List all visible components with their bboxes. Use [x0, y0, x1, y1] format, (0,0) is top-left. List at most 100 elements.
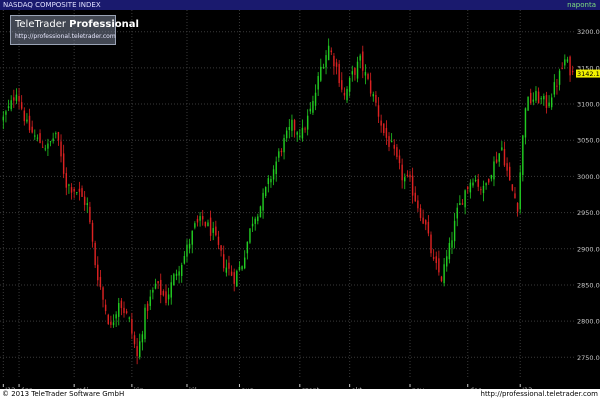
chart-window: NASDAQ COMPOSITE INDEX naponta 2750.00 28…: [0, 0, 600, 400]
candle-body: [354, 68, 356, 75]
candle-body: [120, 300, 123, 309]
candle-body: [516, 202, 519, 212]
candle-body: [278, 151, 280, 158]
y-tick-label: 2750.00: [577, 354, 600, 362]
copyright-text: © 2013 TeleTrader Software GmbH: [2, 390, 125, 398]
logo-text: TeleTrader Professional: [15, 18, 139, 31]
candle-body: [230, 271, 233, 276]
candle-body: [272, 169, 275, 180]
logo-name-light: TeleTrader: [15, 19, 66, 30]
candle-body: [425, 220, 427, 225]
candle-body: [62, 153, 65, 174]
candle-body: [335, 62, 338, 67]
y-tick-label: 3000.00: [577, 173, 600, 181]
candle-body: [553, 82, 556, 95]
candle-body: [314, 92, 317, 106]
candle-body: [348, 77, 351, 92]
candle-body: [196, 218, 199, 223]
candle-body: [44, 148, 47, 150]
candle-body: [291, 119, 293, 131]
candle-body: [165, 291, 167, 304]
candle-body: [188, 243, 191, 249]
footer-link[interactable]: http://professional.teletrader.com: [481, 389, 598, 400]
candle-body: [346, 88, 348, 101]
candle-body: [89, 206, 91, 223]
candle-body: [411, 175, 414, 196]
candle-body: [459, 202, 461, 206]
candle-body: [28, 115, 31, 131]
candle-body: [333, 55, 335, 67]
candle-body: [488, 178, 490, 183]
candle-body: [564, 59, 566, 66]
candle-body: [422, 217, 424, 224]
candle-body: [451, 240, 453, 248]
candle-body: [70, 187, 73, 193]
candle-body: [461, 203, 464, 205]
candle-body: [432, 257, 435, 259]
candle-body: [280, 150, 283, 153]
candle-body: [7, 106, 10, 109]
candle-body: [68, 184, 70, 186]
candle-body: [467, 186, 469, 189]
candle-body: [472, 182, 474, 186]
candle-body: [220, 245, 222, 251]
candle-body: [15, 94, 18, 101]
candle-body: [480, 189, 482, 191]
candle-body: [356, 61, 359, 79]
logo-name-bold: Professional: [69, 19, 139, 30]
candle-body: [404, 177, 406, 182]
candle-body: [532, 99, 535, 102]
candle-body: [401, 164, 403, 181]
candle-body: [181, 264, 183, 276]
candle-body: [5, 111, 7, 115]
candle-body: [427, 221, 430, 234]
candle-body: [514, 193, 516, 199]
candle-body: [285, 130, 288, 139]
candle-body: [341, 80, 343, 90]
candle-body: [359, 55, 361, 61]
candle-body: [76, 192, 78, 194]
candle-body: [519, 172, 521, 210]
candle-body: [94, 242, 96, 266]
candle-body: [558, 70, 561, 85]
candle-body: [162, 291, 165, 296]
candle-body: [385, 128, 388, 138]
candle-body: [131, 318, 133, 334]
candle-body: [377, 105, 380, 117]
candle-body: [506, 163, 508, 171]
candle-body: [20, 102, 23, 109]
candle-body: [236, 270, 238, 287]
candle-body: [23, 110, 26, 122]
y-tick-label: 2900.00: [577, 245, 600, 253]
logo-url: http://professional.teletrader.com: [15, 33, 116, 40]
candle-body: [39, 133, 41, 144]
candle-body: [257, 216, 259, 222]
candle-body: [414, 192, 416, 202]
candle-body: [561, 68, 563, 70]
candle-body: [317, 76, 319, 90]
candle-body: [243, 257, 246, 269]
candle-body: [537, 91, 540, 104]
y-tick-label: 3200.00: [577, 28, 600, 36]
candle-body: [107, 314, 109, 324]
candle-body: [383, 123, 385, 134]
candle-body: [65, 173, 68, 188]
candle-body: [550, 97, 553, 108]
candle-body: [112, 322, 115, 326]
candle-body: [246, 241, 249, 254]
candle-body: [2, 116, 5, 121]
period-label[interactable]: naponta: [567, 0, 596, 10]
candle-body: [102, 287, 104, 300]
candle-body: [202, 216, 204, 220]
plot-area[interactable]: [0, 10, 576, 379]
candle-body: [498, 153, 500, 162]
candle-body: [406, 174, 409, 177]
candle-body: [275, 161, 277, 175]
candle-body: [293, 120, 296, 131]
price-axis: 2750.00 2800.00 2850.00 2900.00 2950.00 3000.…: [576, 10, 600, 379]
candle-body: [173, 274, 175, 286]
candle-body: [267, 178, 270, 185]
candle-body: [136, 346, 138, 357]
candle-body: [456, 207, 458, 219]
candle-body: [501, 147, 503, 150]
